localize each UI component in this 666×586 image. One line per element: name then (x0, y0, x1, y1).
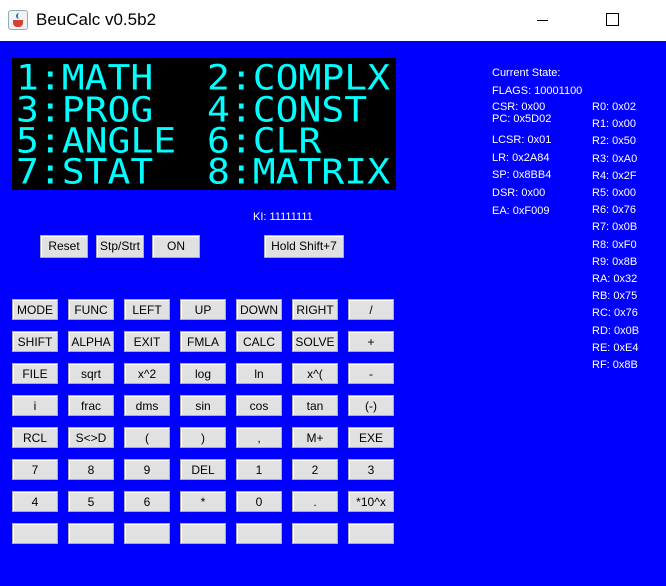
key-blank-button[interactable] (236, 523, 282, 544)
key-func-button[interactable]: FUNC (68, 299, 114, 320)
key-solve-button[interactable]: SOLVE (292, 331, 338, 352)
register-readout: R9: 0x8B (592, 256, 638, 268)
register-readout: R1: 0x00 (592, 118, 637, 130)
java-icon (8, 10, 28, 30)
key-del-button[interactable]: DEL (180, 459, 226, 480)
ki-readout: KI: 11111111 (253, 211, 313, 223)
key-1-button[interactable]: 1 (236, 459, 282, 480)
lcd-menu-item: 8:MATRIX (207, 151, 391, 192)
register-readout: RF: 0x8B (592, 359, 638, 371)
key-symbol-button[interactable]: / (348, 299, 394, 320)
key-exit-button[interactable]: EXIT (124, 331, 170, 352)
key-blank-button[interactable] (124, 523, 170, 544)
key-alpha-button[interactable]: ALPHA (68, 331, 114, 352)
key-mode-button[interactable]: MODE (12, 299, 58, 320)
maximize-icon (606, 13, 619, 26)
key-9-button[interactable]: 9 (124, 459, 170, 480)
key-symbol-button[interactable]: ( (124, 427, 170, 448)
flags-readout: FLAGS: 10001100 (492, 85, 583, 97)
key-4-button[interactable]: 4 (12, 491, 58, 512)
key-up-button[interactable]: UP (180, 299, 226, 320)
register-readout: RE: 0xE4 (592, 342, 639, 354)
pc-readout: PC: 0x5D02 (492, 113, 552, 125)
key-right-button[interactable]: RIGHT (292, 299, 338, 320)
sp-readout: SP: 0x8BB4 (492, 169, 552, 181)
key-3-button[interactable]: 3 (348, 459, 394, 480)
key-down-button[interactable]: DOWN (236, 299, 282, 320)
key-s-d-button[interactable]: S<>D (68, 427, 114, 448)
key-symbol-button[interactable]: , (236, 427, 282, 448)
register-readout: RA: 0x32 (592, 273, 638, 285)
key-cos-button[interactable]: cos (236, 395, 282, 416)
register-readout: R0: 0x02 (592, 101, 637, 113)
register-readout: R7: 0x0B (592, 221, 638, 233)
window-title: BeuCalc v0.5b2 (36, 10, 157, 29)
key-blank-button[interactable] (348, 523, 394, 544)
key-10-x-button[interactable]: *10^x (348, 491, 394, 512)
key-symbol-button[interactable]: - (348, 363, 394, 384)
register-readout: R6: 0x76 (592, 204, 637, 216)
key-6-button[interactable]: 6 (124, 491, 170, 512)
register-readout: R8: 0xF0 (592, 239, 637, 251)
register-readout: RD: 0x0B (592, 325, 640, 337)
key-blank-button[interactable] (12, 523, 58, 544)
key-symbol-button[interactable]: * (180, 491, 226, 512)
minimize-button[interactable] (520, 0, 566, 41)
key-ln-button[interactable]: ln (236, 363, 282, 384)
key-shift-button[interactable]: SHIFT (12, 331, 58, 352)
dsr-readout: DSR: 0x00 (492, 187, 546, 199)
csr-readout: CSR: 0x00 (492, 101, 546, 113)
key-rcl-button[interactable]: RCL (12, 427, 58, 448)
title-bar: BeuCalc v0.5b2 (0, 0, 666, 41)
key-i-button[interactable]: i (12, 395, 58, 416)
key-blank-button[interactable] (292, 523, 338, 544)
minimize-icon (537, 20, 548, 21)
maximize-button[interactable] (590, 0, 636, 41)
key-symbol-button[interactable]: ) (180, 427, 226, 448)
lcd-menu-item: 7:STAT (16, 151, 154, 192)
key-dms-button[interactable]: dms (124, 395, 170, 416)
key-5-button[interactable]: 5 (68, 491, 114, 512)
key-frac-button[interactable]: frac (68, 395, 114, 416)
key-m-button[interactable]: M+ (292, 427, 338, 448)
key-fmla-button[interactable]: FMLA (180, 331, 226, 352)
lr-readout: LR: 0x2A84 (492, 152, 550, 164)
key-0-button[interactable]: 0 (236, 491, 282, 512)
key-log-button[interactable]: log (180, 363, 226, 384)
key-symbol-button[interactable]: . (292, 491, 338, 512)
key-tan-button[interactable]: tan (292, 395, 338, 416)
key-left-button[interactable]: LEFT (124, 299, 170, 320)
on-button[interactable]: ON (152, 235, 200, 258)
key-x-2-button[interactable]: x^2 (124, 363, 170, 384)
register-readout: R4: 0x2F (592, 170, 637, 182)
key-blank-button[interactable] (68, 523, 114, 544)
key-sin-button[interactable]: sin (180, 395, 226, 416)
state-header: Current State: (492, 67, 561, 79)
key-file-button[interactable]: FILE (12, 363, 58, 384)
key-symbol-button[interactable]: (-) (348, 395, 394, 416)
stop-start-button[interactable]: Stp/Strt (96, 235, 144, 258)
key-x-button[interactable]: x^( (292, 363, 338, 384)
key-8-button[interactable]: 8 (68, 459, 114, 480)
key-blank-button[interactable] (180, 523, 226, 544)
register-readout: RB: 0x75 (592, 290, 638, 302)
key-exe-button[interactable]: EXE (348, 427, 394, 448)
hold-shift-7-button[interactable]: Hold Shift+7 (264, 235, 344, 258)
register-readout: R2: 0x50 (592, 135, 637, 147)
calculator-panel: 1:MATH 2:COMPLX 3:PROG 4:CONST 5:ANGLE 6… (0, 41, 666, 586)
lcd-display: 1:MATH 2:COMPLX 3:PROG 4:CONST 5:ANGLE 6… (12, 58, 396, 190)
key-sqrt-button[interactable]: sqrt (68, 363, 114, 384)
lcsr-readout: LCSR: 0x01 (492, 134, 552, 146)
reset-button[interactable]: Reset (40, 235, 88, 258)
register-readout: R3: 0xA0 (592, 153, 638, 165)
key-7-button[interactable]: 7 (12, 459, 58, 480)
register-readout: R5: 0x00 (592, 187, 637, 199)
key-calc-button[interactable]: CALC (236, 331, 282, 352)
key-2-button[interactable]: 2 (292, 459, 338, 480)
register-readout: RC: 0x76 (592, 307, 638, 319)
ea-readout: EA: 0xF009 (492, 205, 550, 217)
key-symbol-button[interactable]: + (348, 331, 394, 352)
